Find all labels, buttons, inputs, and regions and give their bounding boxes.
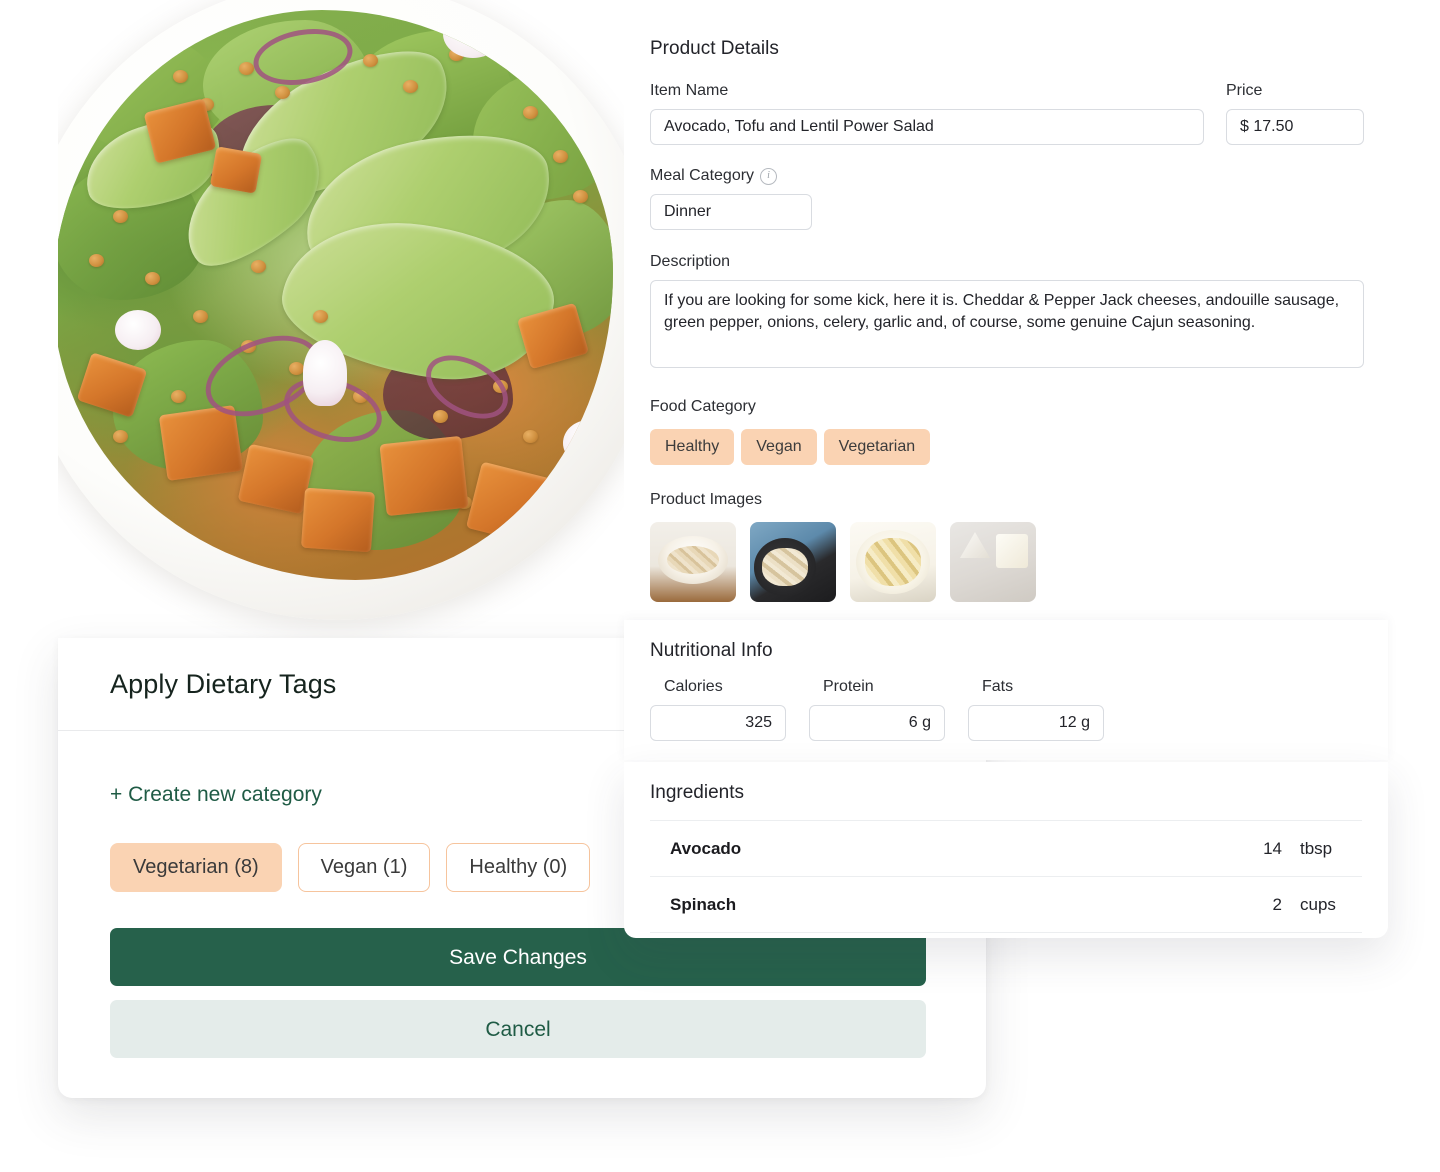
nutritional-fields-row: Calories Protein Fats bbox=[650, 678, 1362, 741]
food-tag-vegan[interactable]: Vegan bbox=[741, 429, 817, 465]
salad-contents bbox=[58, 10, 613, 580]
protein-field-group: Protein bbox=[809, 678, 945, 741]
cancel-button[interactable]: Cancel bbox=[110, 1000, 926, 1058]
nutritional-info-panel: Nutritional Info Calories Protein Fats bbox=[624, 620, 1388, 760]
ingredients-panel: Ingredients Avocado 14 tbsp Spinach 2 cu… bbox=[624, 762, 1388, 938]
dietary-chip-vegetarian[interactable]: Vegetarian (8) bbox=[110, 843, 282, 892]
thumbnail-rice-bowl[interactable] bbox=[650, 522, 736, 602]
food-category-label: Food Category bbox=[650, 398, 756, 415]
food-category-group: Food Category Healthy Vegan Vegetarian bbox=[650, 398, 1362, 465]
product-hero-image bbox=[58, 0, 624, 640]
product-images-label: Product Images bbox=[650, 491, 763, 508]
fats-field-group: Fats bbox=[968, 678, 1104, 741]
page-title: Apply Dietary Tags bbox=[110, 668, 337, 699]
food-category-tags: Healthy Vegan Vegetarian bbox=[650, 429, 1362, 465]
calories-field-group: Calories bbox=[650, 678, 786, 741]
nutritional-info-title: Nutritional Info bbox=[650, 640, 773, 661]
ingredients-list: Avocado 14 tbsp Spinach 2 cups bbox=[650, 820, 1362, 933]
product-images-group: Product Images bbox=[650, 491, 1362, 602]
item-name-label: Item Name bbox=[650, 82, 729, 99]
create-new-category-link[interactable]: + Create new category bbox=[110, 783, 322, 807]
calories-input[interactable] bbox=[650, 705, 786, 741]
thumbnail-skillet-pasta[interactable] bbox=[750, 522, 836, 602]
dietary-chip-healthy[interactable]: Healthy (0) bbox=[446, 843, 591, 892]
protein-input[interactable] bbox=[809, 705, 945, 741]
product-details-title: Product Details bbox=[650, 38, 779, 59]
ingredient-quantity-group: 14 tbsp bbox=[1260, 839, 1342, 859]
ingredients-title: Ingredients bbox=[650, 782, 745, 803]
description-label: Description bbox=[650, 253, 731, 270]
ingredient-name: Spinach bbox=[670, 894, 737, 914]
ingredient-quantity: 2 bbox=[1272, 894, 1282, 914]
info-icon[interactable]: i bbox=[760, 167, 778, 185]
ingredient-quantity: 14 bbox=[1263, 838, 1282, 858]
price-field-group: Price bbox=[1226, 82, 1364, 145]
meal-category-field-group: Meal Category i bbox=[650, 167, 1362, 230]
dietary-chip-vegan[interactable]: Vegan (1) bbox=[297, 843, 431, 892]
food-tag-healthy[interactable]: Healthy bbox=[650, 429, 735, 465]
ingredient-quantity-group: 2 cups bbox=[1260, 895, 1342, 915]
salad-photo bbox=[58, 0, 624, 640]
thumbnail-cheese-board[interactable] bbox=[950, 522, 1036, 602]
fats-label: Fats bbox=[982, 678, 1014, 695]
meal-category-input[interactable] bbox=[650, 194, 812, 230]
thumbnail-penne-bowl[interactable] bbox=[850, 522, 936, 602]
item-name-field-group: Item Name bbox=[650, 82, 1204, 145]
name-price-row: Item Name Price bbox=[650, 82, 1364, 145]
table-row[interactable]: Spinach 2 cups bbox=[650, 876, 1362, 933]
price-input[interactable] bbox=[1226, 109, 1364, 145]
item-name-input[interactable] bbox=[650, 109, 1204, 145]
fats-input[interactable] bbox=[968, 705, 1104, 741]
calories-label: Calories bbox=[664, 678, 723, 695]
product-images-thumbs bbox=[650, 522, 1362, 602]
price-label: Price bbox=[1226, 82, 1263, 99]
meal-category-label: Meal Category i bbox=[650, 167, 1362, 185]
description-textarea[interactable]: If you are looking for some kick, here i… bbox=[650, 280, 1364, 368]
ingredient-unit: cups bbox=[1300, 894, 1336, 914]
table-row[interactable]: Avocado 14 tbsp bbox=[650, 820, 1362, 876]
description-field-group: Description If you are looking for some … bbox=[650, 253, 1364, 373]
protein-label: Protein bbox=[823, 678, 874, 695]
product-details-panel: Product Details Item Name Price Meal Cat… bbox=[624, 0, 1388, 624]
ingredient-name: Avocado bbox=[670, 838, 742, 858]
meal-category-label-text: Meal Category bbox=[650, 167, 755, 184]
food-tag-vegetarian[interactable]: Vegetarian bbox=[823, 429, 931, 465]
ingredient-unit: tbsp bbox=[1300, 838, 1333, 858]
